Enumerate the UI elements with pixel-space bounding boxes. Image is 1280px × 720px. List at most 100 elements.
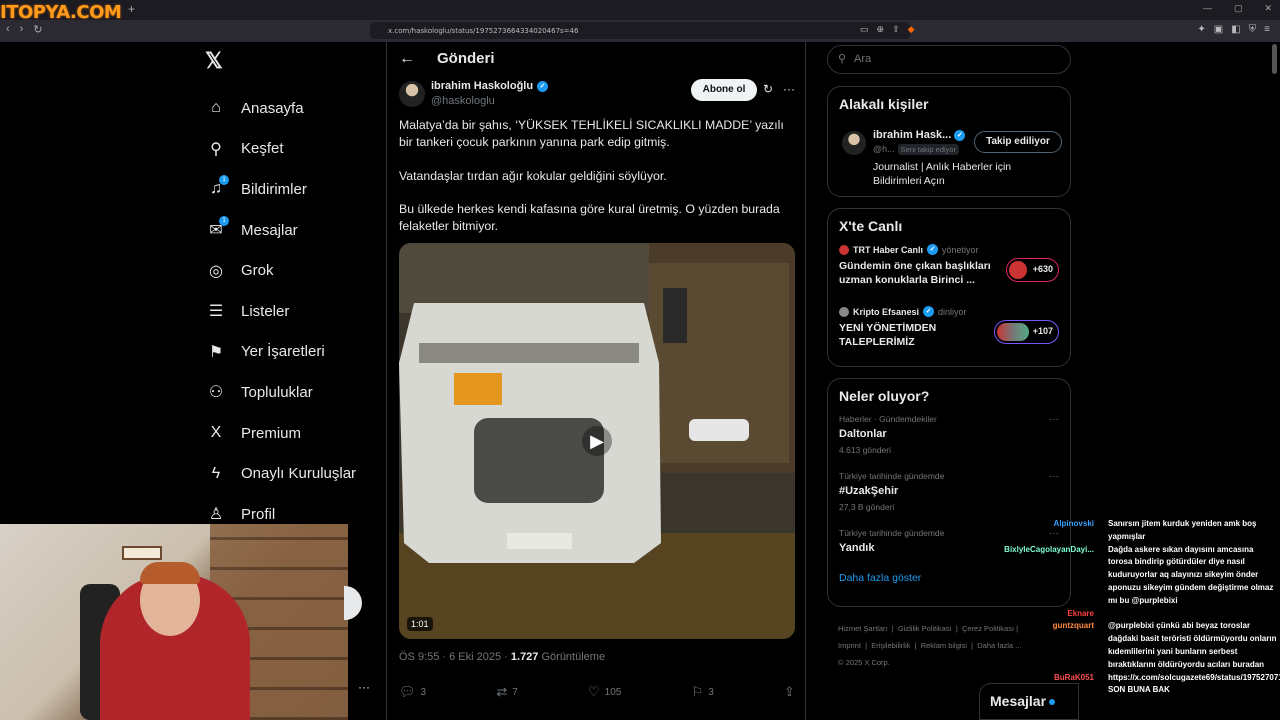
footer-link[interactable]: Gizlilik Politikası xyxy=(898,624,952,633)
following-button[interactable]: Takip ediliyor xyxy=(974,131,1062,153)
like-button[interactable]: ♡ 105 xyxy=(588,684,621,700)
play-button[interactable]: ▶ xyxy=(582,426,612,456)
live-item[interactable]: Kripto Efsanesi ✓ dinliyor YENİ YÖNETİMDEN… xyxy=(839,306,1059,368)
scroll-button[interactable] xyxy=(344,586,362,620)
host-avatar xyxy=(839,244,849,255)
wallet-icon[interactable]: ▣ xyxy=(1214,24,1223,35)
forward-icon[interactable]: › xyxy=(20,23,24,36)
post-time[interactable]: ÖS 9:55 · 6 Eki 2025 · xyxy=(399,651,511,663)
verified-badge-icon: ✓ xyxy=(954,129,966,141)
author-name[interactable]: ibrahim Haskoloğlu ✓ xyxy=(431,80,549,92)
webcam-overlay xyxy=(0,524,348,720)
host-avatar xyxy=(839,306,849,317)
video-duration: 1:01 xyxy=(407,617,433,631)
nav-item[interactable]: ⚲ Keşfet xyxy=(205,129,385,170)
chat-username: BixlyleCagolayanDayi... xyxy=(1004,544,1094,554)
trend-name: Daltonlar xyxy=(839,428,887,440)
minimize-icon[interactable]: — xyxy=(1203,3,1212,14)
streamer-hair xyxy=(140,562,200,584)
footer-link[interactable]: Reklam bilgisi xyxy=(921,641,967,650)
chat-message: Eknare xyxy=(990,608,1280,621)
nav-item[interactable]: ☰ Listeler xyxy=(205,291,385,332)
sidebar-icon[interactable]: ◧ xyxy=(1231,24,1240,35)
post-paragraph: Vatandaşlar tırdan ağır kokular geldiğin… xyxy=(399,168,667,183)
back-icon[interactable]: ‹ xyxy=(6,23,10,36)
scrollbar[interactable] xyxy=(1272,44,1277,74)
search-input[interactable]: ⚲ Ara xyxy=(827,45,1071,74)
maximize-icon[interactable]: ▢ xyxy=(1234,3,1243,14)
share-icon[interactable]: ⇪ xyxy=(892,24,900,35)
nav-item[interactable]: ♫ 1 Bildirimler xyxy=(205,169,385,210)
more-icon[interactable]: ··· xyxy=(1049,414,1059,425)
post-column: ← Gönderi ibrahim Haskoloğlu ✓ @haskolog… xyxy=(386,42,806,720)
footer-link[interactable]: Hizmet Şartları xyxy=(838,624,888,633)
reply-icon: 💬︎ xyxy=(399,684,416,699)
host-name: TRT Haber Canlı xyxy=(853,244,924,255)
more-icon[interactable]: ··· xyxy=(783,82,795,96)
chat-username: Alpinovski xyxy=(1053,519,1094,528)
related-handle: @h... Seni takip ediyor xyxy=(873,144,960,155)
stream-chat: Alpinovski Sanırsın jitem kurduk yeniden … xyxy=(990,518,1280,697)
footer-link[interactable]: Imprint xyxy=(838,641,861,650)
nav-item[interactable]: ◎ Grok xyxy=(205,250,385,291)
close-icon[interactable]: ✕ xyxy=(1264,3,1272,14)
bookmark-icon: ⚑ xyxy=(208,343,224,361)
author-handle[interactable]: @haskologlu xyxy=(431,95,495,107)
footer-link[interactable]: Erişilebilirlik xyxy=(871,641,910,650)
search-placeholder: Ara xyxy=(854,53,872,65)
related-avatar[interactable] xyxy=(842,131,866,155)
nav-item-label: Listeler xyxy=(241,302,290,320)
extension-icon[interactable]: ✦ xyxy=(1197,24,1205,35)
listener-avatar xyxy=(1008,261,1027,279)
nav-item[interactable]: X Premium xyxy=(205,413,385,454)
url-field[interactable]: x.com/haskologlu/status/1975273664334020… xyxy=(370,22,910,39)
nav-item[interactable]: ϟ Onaylı Kuruluşlar xyxy=(205,453,385,494)
trend-item[interactable]: Haberler · Gündemdekiler Daltonlar 4.613… xyxy=(839,414,1059,471)
wall-frame xyxy=(122,546,162,560)
reply-button[interactable]: 💬︎ 3 xyxy=(399,684,426,700)
repost-button[interactable]: ⇄ 7 xyxy=(496,684,517,700)
zoom-icon[interactable]: ⊕ xyxy=(877,24,885,35)
notification-badge: 1 xyxy=(219,215,229,226)
listeners-pill[interactable]: +107 xyxy=(993,320,1059,344)
listeners-pill[interactable]: +630 xyxy=(1005,258,1059,282)
listeners-count: +630 xyxy=(1032,264,1053,274)
grok-icon[interactable]: ↻ xyxy=(763,82,773,96)
nav-item[interactable]: ⌂ Anasayfa xyxy=(205,88,385,129)
nav-item[interactable]: ✉ 1 Mesajlar xyxy=(205,210,385,251)
vpn-icon[interactable]: ⛨ xyxy=(1249,24,1257,35)
brave-shield-icon[interactable]: ◆ xyxy=(908,24,915,35)
search-icon: ⚲ xyxy=(210,140,222,158)
share-button[interactable]: ⇪ xyxy=(784,684,795,700)
back-arrow-icon[interactable]: ← xyxy=(399,50,415,68)
chat-text: @purplebixi çünkü abi beyaz toroslar dağ… xyxy=(1108,621,1277,669)
live-item-title: Gündemin öne çıkan başlıkları uzman konu… xyxy=(839,260,991,286)
verified-badge-icon: ✓ xyxy=(927,244,939,255)
bookmark-button[interactable]: ⚐ 3 xyxy=(692,684,714,700)
nav-item[interactable]: ⚑ Yer İşaretleri xyxy=(205,332,385,373)
live-card: X'te Canlı TRT Haber Canlı ✓ yönetiyor Gün… xyxy=(827,208,1071,367)
listener-avatars xyxy=(996,323,1029,341)
host-name: Kripto Efsanesi xyxy=(853,306,920,317)
new-tab-button[interactable]: + xyxy=(128,2,135,16)
author-avatar[interactable] xyxy=(399,81,425,107)
more-icon[interactable]: ··· xyxy=(1049,471,1059,482)
more-icon[interactable]: ··· xyxy=(358,680,370,694)
related-name[interactable]: ibrahim Hask... ✓ xyxy=(873,129,966,141)
nav-item-label: Keşfet xyxy=(241,140,284,158)
views-label: Görüntüleme xyxy=(538,651,606,663)
subscribe-button[interactable]: Abone ol xyxy=(691,79,757,101)
video-player[interactable]: ▶ 1:01 xyxy=(399,243,795,639)
share-icon: ⇪ xyxy=(784,684,795,699)
page-title: Gönderi xyxy=(437,50,495,67)
reload-icon[interactable]: ↻ xyxy=(33,23,42,36)
messages-drawer[interactable]: Mesajlar xyxy=(979,683,1079,720)
x-logo-icon[interactable]: 𝕏 xyxy=(205,48,223,74)
nav-item[interactable]: ⚇ Topluluklar xyxy=(205,372,385,413)
related-title: Alakalı kişiler xyxy=(839,96,929,112)
screen-icon[interactable]: ▭ xyxy=(860,24,869,35)
menu-icon[interactable]: ≡ xyxy=(1264,24,1270,35)
live-item[interactable]: TRT Haber Canlı ✓ yönetiyor Gündemin öne ç… xyxy=(839,244,1059,306)
trend-count: 4.613 gönderi xyxy=(839,445,891,455)
host-role: yönetiyor xyxy=(942,244,979,255)
